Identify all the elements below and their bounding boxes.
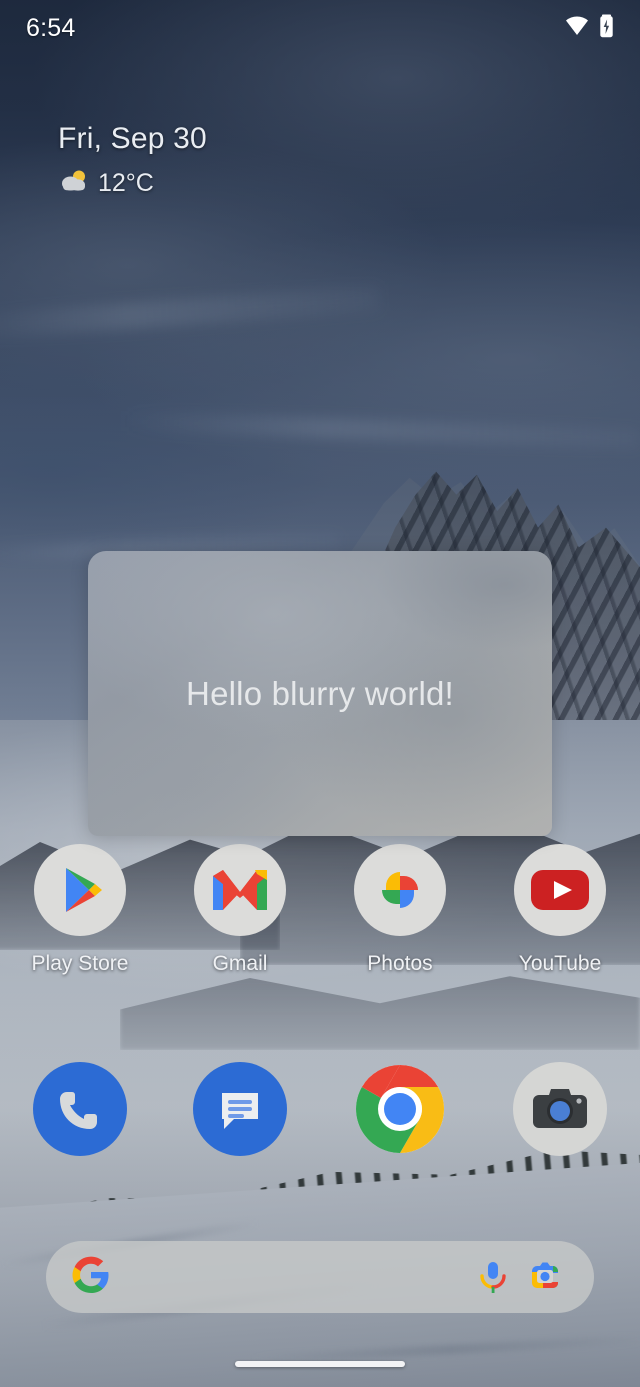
partly-cloudy-icon	[58, 169, 90, 198]
status-bar-clock: 6:54	[26, 13, 76, 42]
widget-weather-row[interactable]: 12°C	[58, 169, 207, 198]
google-search-bar[interactable]	[46, 1241, 594, 1313]
phone-icon[interactable]	[33, 1062, 127, 1156]
app-grid-row: Play Store Gmail Photos YouTube	[0, 844, 640, 976]
home-gesture-pill[interactable]	[235, 1361, 405, 1367]
gmail-icon[interactable]	[194, 844, 286, 936]
app-label: Gmail	[212, 952, 268, 975]
camera-icon[interactable]	[513, 1062, 607, 1156]
widget-date-text[interactable]: Fri, Sep 30	[58, 122, 207, 155]
status-bar: 6:54	[0, 0, 640, 56]
status-bar-icons	[564, 14, 614, 43]
dock-item-messages[interactable]	[160, 1062, 320, 1156]
app-label: YouTube	[518, 952, 602, 975]
app-item-play-store[interactable]: Play Store	[0, 844, 160, 976]
messages-icon[interactable]	[193, 1062, 287, 1156]
search-input[interactable]	[110, 1241, 464, 1313]
google-photos-icon[interactable]	[354, 844, 446, 936]
microphone-icon[interactable]	[470, 1254, 516, 1300]
google-lens-icon[interactable]	[522, 1254, 568, 1300]
home-screen: 6:54 Fri, Sep 30 12°C Hello blurry world…	[0, 0, 640, 1387]
battery-charging-icon	[599, 14, 614, 43]
dock-item-camera[interactable]	[480, 1062, 640, 1156]
app-item-gmail[interactable]: Gmail	[160, 844, 320, 976]
wifi-icon	[564, 15, 590, 41]
blur-dialog-text: Hello blurry world!	[186, 674, 454, 712]
widget-temperature-text[interactable]: 12°C	[98, 169, 154, 198]
youtube-icon[interactable]	[514, 844, 606, 936]
app-label: Photos	[367, 952, 433, 975]
app-label: Play Store	[31, 952, 129, 975]
app-item-photos[interactable]: Photos	[320, 844, 480, 976]
dock	[0, 1062, 640, 1156]
blur-dialog-panel[interactable]: Hello blurry world!	[88, 551, 552, 836]
dock-item-phone[interactable]	[0, 1062, 160, 1156]
google-g-icon	[72, 1256, 110, 1299]
app-item-youtube[interactable]: YouTube	[480, 844, 640, 976]
play-store-icon[interactable]	[34, 844, 126, 936]
dock-item-chrome[interactable]	[320, 1062, 480, 1156]
chrome-icon[interactable]	[353, 1062, 447, 1156]
date-weather-widget[interactable]: Fri, Sep 30 12°C	[58, 122, 207, 198]
